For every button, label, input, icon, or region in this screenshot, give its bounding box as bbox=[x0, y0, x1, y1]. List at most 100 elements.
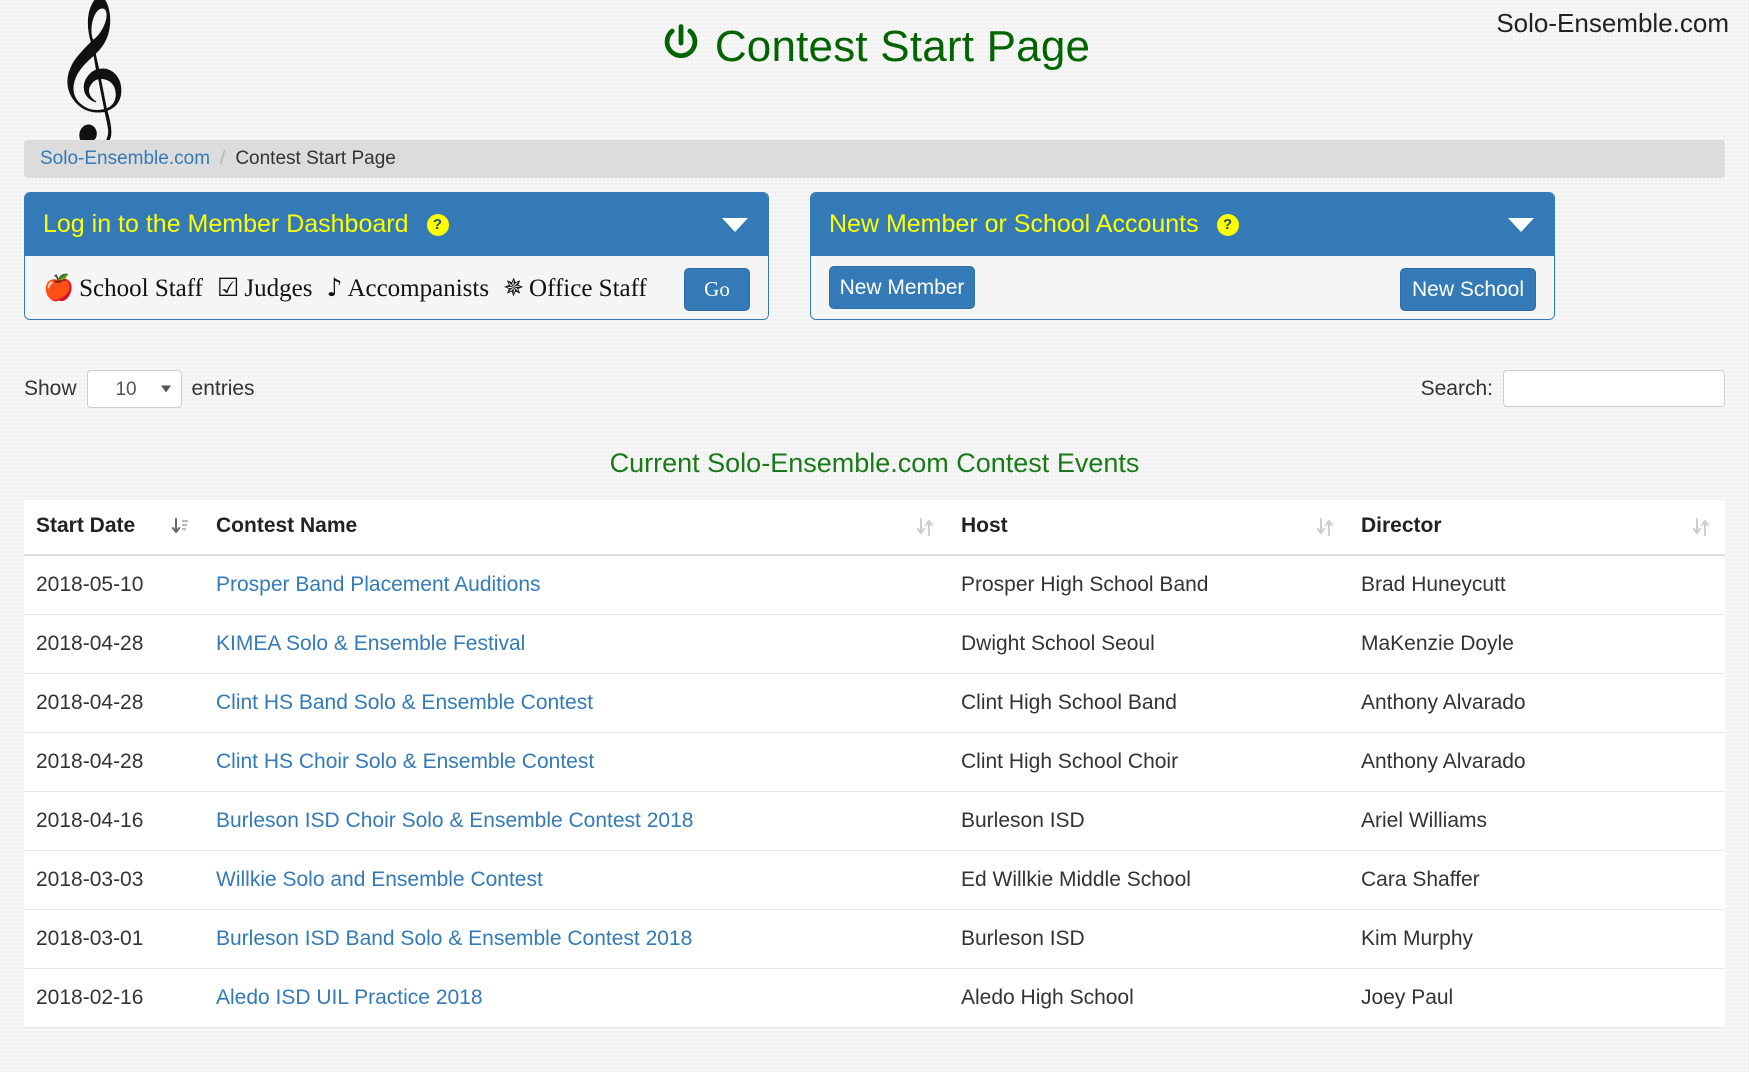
accounts-panel-title: New Member or School Accounts bbox=[829, 210, 1199, 238]
role-link-office-staff[interactable]: ✵ Office Staff bbox=[503, 273, 647, 303]
cell-contest-name: Prosper Band Placement Auditions bbox=[204, 555, 949, 615]
login-panel-title: Log in to the Member Dashboard bbox=[43, 210, 409, 238]
table-row: 2018-03-03 Willkie Solo and Ensemble Cont… bbox=[24, 850, 1725, 910]
sort-both-icon[interactable] bbox=[1691, 515, 1711, 539]
accounts-panel-body: New Member New School bbox=[811, 256, 1554, 319]
cell-start-date: 2018-04-16 bbox=[24, 791, 204, 851]
go-button[interactable]: Go bbox=[684, 268, 750, 311]
column-header-host[interactable]: Host bbox=[949, 500, 1349, 556]
contest-name-link[interactable]: Willkie Solo and Ensemble Contest bbox=[216, 868, 543, 891]
login-panel-header[interactable]: Log in to the Member Dashboard ? bbox=[25, 193, 768, 256]
contest-name-link[interactable]: Clint HS Band Solo & Ensemble Contest bbox=[216, 691, 593, 714]
cell-contest-name: Burleson ISD Choir Solo & Ensemble Conte… bbox=[204, 791, 949, 851]
table-row: 2018-04-28 KIMEA Solo & Ensemble Festival… bbox=[24, 614, 1725, 674]
sort-both-icon[interactable] bbox=[1315, 515, 1335, 539]
cell-host: Burleson ISD bbox=[949, 909, 1349, 969]
brand-top-right: Solo-Ensemble.com bbox=[1496, 8, 1729, 38]
accounts-panel: New Member or School Accounts ? New Memb… bbox=[810, 192, 1555, 320]
column-label-start-date: Start Date bbox=[36, 514, 136, 537]
breadcrumb-current: Contest Start Page bbox=[235, 148, 396, 169]
edit-check-icon: ☑ bbox=[216, 272, 240, 302]
cell-host: Clint High School Band bbox=[949, 673, 1349, 733]
contest-name-link[interactable]: Burleson ISD Choir Solo & Ensemble Conte… bbox=[216, 809, 693, 832]
cell-host: Aledo High School bbox=[949, 968, 1349, 1028]
show-label: Show bbox=[24, 377, 77, 400]
entries-label: entries bbox=[191, 377, 255, 400]
table-row: 2018-05-10 Prosper Band Placement Auditio… bbox=[24, 555, 1725, 615]
cell-director: Cara Shaffer bbox=[1349, 850, 1725, 910]
login-panel: Log in to the Member Dashboard ? 🍎 School… bbox=[24, 192, 769, 320]
table-header-row: Start Date Contest Name Host Director bbox=[24, 500, 1725, 556]
sort-desc-icon[interactable] bbox=[170, 515, 190, 539]
cell-contest-name: Burleson ISD Band Solo & Ensemble Contes… bbox=[204, 909, 949, 969]
page-length-select-wrap: 102550100 bbox=[86, 370, 182, 408]
gear-icon: ✵ bbox=[503, 272, 525, 302]
cell-start-date: 2018-03-03 bbox=[24, 850, 204, 910]
search-input[interactable] bbox=[1503, 370, 1725, 407]
cell-director: Anthony Alvarado bbox=[1349, 732, 1725, 792]
cell-director: Anthony Alvarado bbox=[1349, 673, 1725, 733]
page-length-select[interactable]: 102550100 bbox=[86, 370, 182, 408]
music-note-icon: ♪ bbox=[326, 272, 343, 302]
table-row: 2018-04-28 Clint HS Choir Solo & Ensemble… bbox=[24, 732, 1725, 792]
cell-contest-name: Clint HS Choir Solo & Ensemble Contest bbox=[204, 732, 949, 792]
contest-name-link[interactable]: Prosper Band Placement Auditions bbox=[216, 573, 541, 596]
page-title-text: Contest Start Page bbox=[714, 22, 1091, 71]
help-icon[interactable]: ? bbox=[426, 213, 449, 236]
cell-director: Joey Paul bbox=[1349, 968, 1725, 1028]
role-link-school-staff[interactable]: 🍎 School Staff bbox=[43, 273, 203, 303]
login-panel-body: 🍎 School Staff ☑ Judges ♪ Accompanists ✵ Off… bbox=[25, 256, 768, 319]
chevron-down-icon[interactable] bbox=[1508, 217, 1534, 232]
table-body: 2018-05-10 Prosper Band Placement Auditio… bbox=[24, 555, 1725, 1028]
new-member-button[interactable]: New Member bbox=[829, 266, 975, 309]
cell-contest-name: Clint HS Band Solo & Ensemble Contest bbox=[204, 673, 949, 733]
role-label-accompanists: Accompanists bbox=[347, 274, 490, 302]
table-row: 2018-02-16 Aledo ISD UIL Practice 2018 Ale… bbox=[24, 968, 1725, 1028]
table-controls: Show 102550100 entries Search: bbox=[24, 370, 1725, 416]
column-label-director: Director bbox=[1361, 514, 1442, 537]
breadcrumb-home-link[interactable]: Solo-Ensemble.com bbox=[40, 148, 210, 170]
contest-name-link[interactable]: Aledo ISD UIL Practice 2018 bbox=[216, 986, 483, 1009]
cell-host: Dwight School Seoul bbox=[949, 614, 1349, 674]
cell-start-date: 2018-04-28 bbox=[24, 673, 204, 733]
cell-contest-name: KIMEA Solo & Ensemble Festival bbox=[204, 614, 949, 674]
contest-name-link[interactable]: Burleson ISD Band Solo & Ensemble Contes… bbox=[216, 927, 692, 950]
search-control: Search: bbox=[1421, 370, 1725, 407]
cell-start-date: 2018-04-28 bbox=[24, 614, 204, 674]
new-school-button[interactable]: New School bbox=[1400, 268, 1536, 311]
breadcrumb: Solo-Ensemble.com / Contest Start Page bbox=[24, 140, 1725, 178]
cell-director: MaKenzie Doyle bbox=[1349, 614, 1725, 674]
table-caption: Current Solo-Ensemble.com Contest Events bbox=[609, 448, 1140, 478]
role-link-judges[interactable]: ☑ Judges bbox=[217, 273, 312, 303]
sort-both-icon[interactable] bbox=[915, 515, 935, 539]
role-links: 🍎 School Staff ☑ Judges ♪ Accompanists ✵ Off… bbox=[43, 273, 661, 303]
role-label-office-staff: Office Staff bbox=[529, 274, 647, 302]
column-header-director[interactable]: Director bbox=[1349, 500, 1725, 556]
help-icon[interactable]: ? bbox=[1216, 213, 1239, 236]
table-row: 2018-04-28 Clint HS Band Solo & Ensemble … bbox=[24, 673, 1725, 733]
accounts-panel-header[interactable]: New Member or School Accounts ? bbox=[811, 193, 1554, 256]
search-label: Search: bbox=[1420, 376, 1493, 400]
cell-host: Burleson ISD bbox=[949, 791, 1349, 851]
column-label-contest-name: Contest Name bbox=[216, 514, 358, 537]
cell-start-date: 2018-04-28 bbox=[24, 732, 204, 792]
column-header-start-date[interactable]: Start Date bbox=[24, 500, 204, 556]
cell-contest-name: Aledo ISD UIL Practice 2018 bbox=[204, 968, 949, 1028]
chevron-down-icon[interactable] bbox=[722, 217, 748, 232]
table-head: Start Date Contest Name Host Director bbox=[24, 500, 1725, 556]
cell-start-date: 2018-05-10 bbox=[24, 555, 204, 615]
cell-director: Kim Murphy bbox=[1349, 909, 1725, 969]
contest-events-table: Start Date Contest Name Host Director 20… bbox=[24, 500, 1725, 1028]
role-label-school-staff: School Staff bbox=[79, 274, 203, 302]
contest-name-link[interactable]: KIMEA Solo & Ensemble Festival bbox=[216, 632, 525, 655]
cell-contest-name: Willkie Solo and Ensemble Contest bbox=[204, 850, 949, 910]
power-off-icon bbox=[659, 22, 703, 77]
column-header-contest-name[interactable]: Contest Name bbox=[204, 500, 949, 556]
contest-name-link[interactable]: Clint HS Choir Solo & Ensemble Contest bbox=[216, 750, 594, 773]
role-label-judges: Judges bbox=[244, 274, 313, 302]
cell-director: Ariel Williams bbox=[1349, 791, 1725, 851]
role-link-accompanists[interactable]: ♪ Accompanists bbox=[326, 273, 489, 303]
cell-start-date: 2018-03-01 bbox=[24, 909, 204, 969]
contest-events-table-wrap: Start Date Contest Name Host Director 20… bbox=[24, 500, 1725, 1028]
apple-icon: 🍎 bbox=[43, 272, 75, 302]
